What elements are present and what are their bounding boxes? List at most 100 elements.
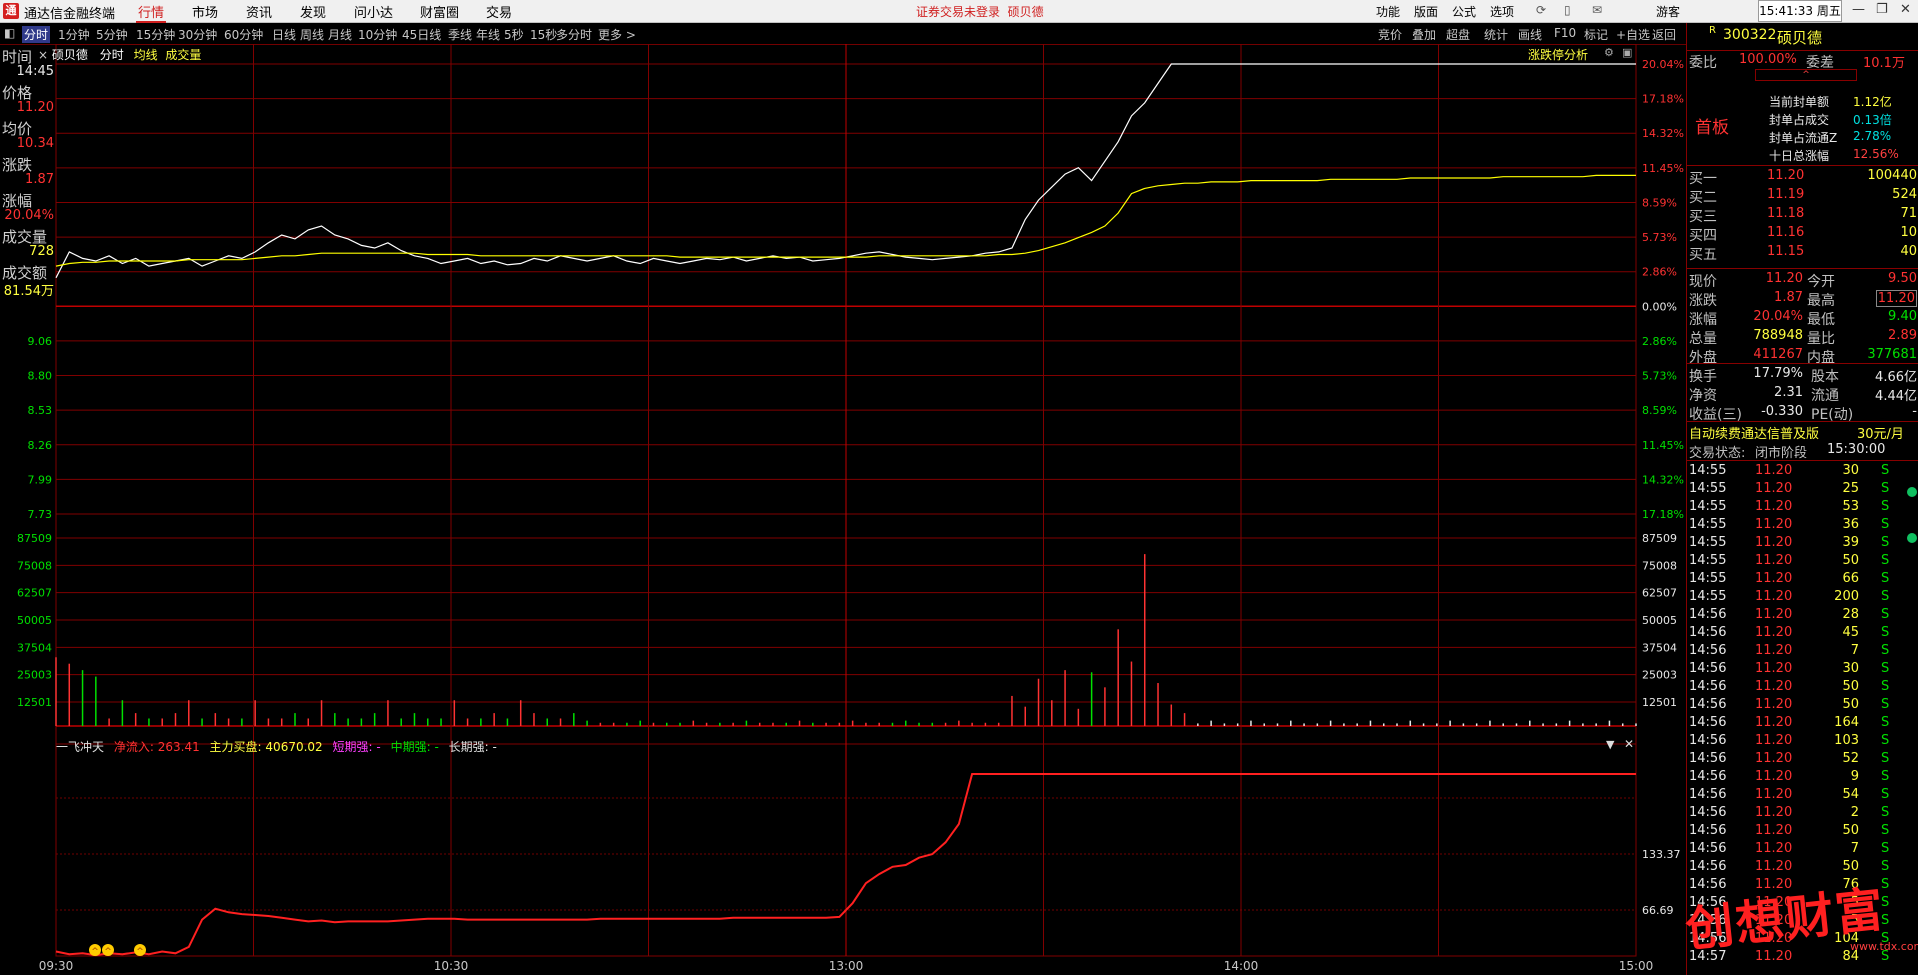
- trade-vol: 39: [1842, 535, 1859, 550]
- period-tab-1[interactable]: 1分钟: [58, 26, 90, 43]
- period-tab-11[interactable]: 季线: [448, 26, 472, 43]
- tool-button-8[interactable]: 返回: [1652, 26, 1676, 43]
- alert-status-icon[interactable]: [1907, 533, 1917, 543]
- trade-vol: 50: [1842, 823, 1859, 838]
- indicator-close-icon[interactable]: ✕: [1624, 737, 1634, 751]
- collapse-toggle-icon[interactable]: ^: [1755, 69, 1857, 81]
- restore-icon[interactable]: ❐: [1876, 2, 1888, 17]
- trade-row: 14:56 11.20 164 S: [1687, 715, 1918, 733]
- buy-price-4[interactable]: 11.15: [1767, 244, 1804, 259]
- trade-price: 11.20: [1755, 607, 1793, 622]
- period-tab-14[interactable]: 15秒: [530, 26, 557, 43]
- tool-button-4[interactable]: 画线: [1518, 26, 1542, 43]
- trade-price: 11.20: [1755, 589, 1793, 604]
- refresh-icon[interactable]: ⟳: [1536, 3, 1546, 17]
- indicator-dropdown-icon[interactable]: ▼: [1606, 738, 1614, 751]
- quote-value2-2: 9.40: [1888, 309, 1917, 324]
- tool-button-6[interactable]: 标记: [1584, 26, 1608, 43]
- menu-shichang[interactable]: 市场: [190, 2, 220, 21]
- trade-price: 11.20: [1755, 553, 1793, 568]
- settings-icon[interactable]: ⚙: [1604, 46, 1614, 59]
- trade-side: S: [1881, 841, 1890, 856]
- limit-analysis-button[interactable]: 涨跌停分析: [1528, 46, 1588, 63]
- period-tab-0[interactable]: 分时: [22, 26, 51, 43]
- promo-text[interactable]: 自动续费通达信普及版: [1689, 423, 1819, 442]
- period-tab-9[interactable]: 10分钟: [358, 26, 397, 43]
- tool-button-0[interactable]: 竞价: [1378, 26, 1402, 43]
- menu-hangqing[interactable]: 行情: [136, 2, 167, 23]
- quote-value2-1: 11.20: [1875, 290, 1917, 307]
- trade-side: S: [1881, 805, 1890, 820]
- signal-marker-glyph: ^: [104, 947, 112, 957]
- period-tab-7[interactable]: 周线: [300, 26, 324, 43]
- quote-value1-3: 788948: [1753, 328, 1803, 343]
- menu-wenxiaoda[interactable]: 问小达: [352, 2, 395, 21]
- change-value: 1.87: [25, 172, 54, 187]
- trade-side: S: [1881, 769, 1890, 784]
- trade-side: S: [1881, 517, 1890, 532]
- quote-label1-1: 涨跌: [1689, 293, 1717, 309]
- price-tick-label: 8.80: [28, 370, 53, 383]
- buy-price-0[interactable]: 11.20: [1767, 168, 1804, 183]
- period-tab-5[interactable]: 60分钟: [224, 26, 263, 43]
- online-status-icon[interactable]: [1907, 487, 1917, 497]
- period-tab-15[interactable]: 多分时: [556, 26, 592, 43]
- menu-faxian[interactable]: 发现: [298, 2, 328, 21]
- trade-side: S: [1881, 607, 1890, 622]
- tool-button-3[interactable]: 统计: [1484, 26, 1508, 43]
- pct-tick-label: 2.86%: [1642, 335, 1677, 348]
- trade-row: 14:55 11.20 66 S: [1687, 571, 1918, 589]
- menu-jiaoyi[interactable]: 交易: [484, 2, 514, 21]
- period-tab-3[interactable]: 15分钟: [136, 26, 175, 43]
- menu-xuanxiang[interactable]: 选项: [1490, 3, 1514, 20]
- trade-vol: 54: [1842, 787, 1859, 802]
- sidebar-toggle-icon[interactable]: ◧: [4, 26, 15, 40]
- period-tab-10[interactable]: 45日线: [402, 26, 441, 43]
- pct-tick-label: 14.32%: [1642, 473, 1684, 486]
- period-tab-8[interactable]: 月线: [328, 26, 352, 43]
- phone-icon[interactable]: ▯: [1564, 3, 1571, 17]
- buy-label-2: 买三: [1689, 209, 1717, 225]
- period-tab-13[interactable]: 5秒: [504, 26, 524, 43]
- buy-price-3[interactable]: 11.16: [1767, 225, 1804, 240]
- buy-price-2[interactable]: 11.18: [1767, 206, 1804, 221]
- close-icon[interactable]: ✕: [1900, 2, 1911, 17]
- buy-price-1[interactable]: 11.19: [1767, 187, 1804, 202]
- trade-vol: 53: [1842, 499, 1859, 514]
- volume-tick-left: 12501: [17, 696, 52, 709]
- period-tab-2[interactable]: 5分钟: [96, 26, 128, 43]
- tool-button-5[interactable]: F10: [1554, 26, 1576, 40]
- user-label[interactable]: 游客: [1656, 3, 1680, 20]
- promo-price[interactable]: 30元/月: [1857, 423, 1904, 442]
- indicator-name[interactable]: 一飞冲天: [56, 740, 104, 754]
- r-badge: R: [1709, 25, 1716, 36]
- trade-price: 11.20: [1755, 625, 1793, 640]
- pct-tick-label: 11.45%: [1642, 162, 1684, 175]
- minimize-icon[interactable]: —: [1852, 2, 1865, 17]
- tool-button-2[interactable]: 超盘: [1446, 26, 1470, 43]
- tool-button-1[interactable]: 叠加: [1412, 26, 1436, 43]
- stock-name: 硕贝德: [1777, 29, 1823, 47]
- trade-side: S: [1881, 859, 1890, 874]
- intraday-chart[interactable]: 20.04% 17.18% 14.32% 11.45% 8.59% 5.73% 2.86% 0…: [0, 44, 1686, 975]
- chart-stock-name: 硕贝德: [51, 48, 88, 62]
- window-icon[interactable]: ▣: [1622, 46, 1632, 59]
- menu-gongshi[interactable]: 公式: [1452, 3, 1476, 20]
- menu-banmian[interactable]: 版面: [1414, 3, 1438, 20]
- period-tab-4[interactable]: 30分钟: [178, 26, 217, 43]
- trade-vol: 50: [1842, 697, 1859, 712]
- period-tab-16[interactable]: 更多 >: [598, 26, 636, 43]
- tool-button-7[interactable]: +自选: [1616, 26, 1650, 43]
- menu-caifuquan[interactable]: 财富圈: [418, 2, 461, 21]
- chart-mode[interactable]: 分时: [100, 48, 124, 62]
- period-tab-6[interactable]: 日线: [272, 26, 296, 43]
- buy-label-3: 买四: [1689, 228, 1717, 244]
- menu-gongneng[interactable]: 功能: [1376, 3, 1400, 20]
- menu-zixun[interactable]: 资讯: [244, 2, 274, 21]
- buy-vol-0: 100440: [1867, 168, 1917, 183]
- period-tab-12[interactable]: 年线: [476, 26, 500, 43]
- login-warning[interactable]: 证券交易未登录 硕贝德: [916, 3, 1044, 20]
- mail-icon[interactable]: ✉: [1592, 3, 1602, 17]
- trade-time: 14:56: [1689, 769, 1727, 784]
- trade-vol: 30: [1842, 463, 1859, 478]
